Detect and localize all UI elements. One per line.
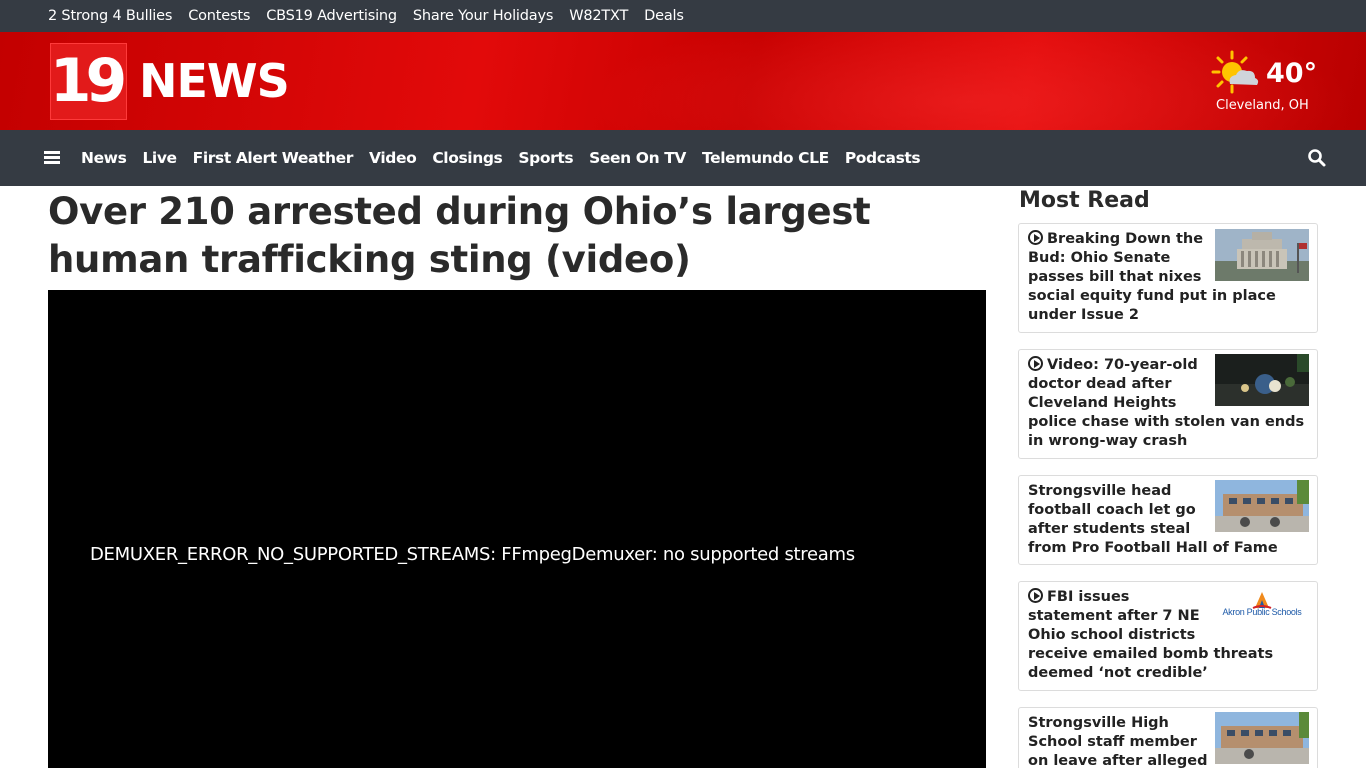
- utility-link-deals[interactable]: Deals: [644, 8, 684, 24]
- utility-link-advertising[interactable]: CBS19 Advertising: [266, 8, 397, 24]
- utility-link-holidays[interactable]: Share Your Holidays: [413, 8, 553, 24]
- nav-item-telemundo[interactable]: Telemundo CLE: [702, 149, 829, 167]
- story-headline: Video: 70-year-old doctor dead after Cle…: [1028, 356, 1310, 451]
- video-player[interactable]: DEMUXER_ERROR_NO_SUPPORTED_STREAMS: FFmp…: [48, 290, 986, 768]
- utility-link-w82txt[interactable]: W82TXT: [569, 8, 628, 24]
- nav-item-news[interactable]: News: [81, 149, 127, 167]
- weather-location: Cleveland, OH: [1216, 98, 1309, 113]
- most-read-card[interactable]: Video: 70-year-old doctor dead after Cle…: [1018, 349, 1318, 459]
- most-read-card[interactable]: Akron Public Schools FBI issues statemen…: [1018, 581, 1318, 691]
- play-circle-icon: [1028, 588, 1043, 603]
- most-read-card[interactable]: Strongsville head football coach let go …: [1018, 475, 1318, 565]
- most-read-card[interactable]: Breaking Down the Bud: Ohio Senate passe…: [1018, 223, 1318, 333]
- nav-item-weather[interactable]: First Alert Weather: [193, 149, 354, 167]
- story-headline: Strongsville High School staff member on…: [1028, 714, 1310, 768]
- article-headline: Over 210 arrested during Ohio’s largest …: [48, 190, 871, 281]
- story-headline: Breaking Down the Bud: Ohio Senate passe…: [1028, 230, 1310, 325]
- nav-item-video[interactable]: Video: [369, 149, 417, 167]
- nav-item-podcasts[interactable]: Podcasts: [845, 149, 921, 167]
- weather-widget[interactable]: 40° Cleveland, OH: [1208, 50, 1320, 116]
- search-icon[interactable]: [1307, 148, 1327, 168]
- main-nav: News Live First Alert Weather Video Clos…: [0, 130, 1366, 186]
- hamburger-menu-icon[interactable]: [44, 150, 62, 164]
- utility-link-bullies[interactable]: 2 Strong 4 Bullies: [48, 8, 172, 24]
- most-read-title: Most Read: [1019, 188, 1150, 213]
- nav-items: News Live First Alert Weather Video Clos…: [81, 130, 936, 186]
- weather-temperature: 40°: [1266, 58, 1318, 89]
- logo-number-box: 19: [49, 42, 127, 120]
- partly-sunny-icon: [1211, 50, 1259, 94]
- play-circle-icon: [1028, 230, 1043, 245]
- utility-link-contests[interactable]: Contests: [188, 8, 250, 24]
- video-error-message: DEMUXER_ERROR_NO_SUPPORTED_STREAMS: FFmp…: [90, 544, 855, 565]
- play-circle-icon: [1028, 356, 1043, 371]
- utility-bar: 2 Strong 4 Bullies Contests CBS19 Advert…: [0, 0, 1366, 32]
- nav-item-live[interactable]: Live: [142, 149, 177, 167]
- brand-header: 19 NEWS 40° Cleveland, OH: [0, 32, 1366, 130]
- most-read-card[interactable]: Strongsville High School staff member on…: [1018, 707, 1318, 768]
- nav-item-seen-on-tv[interactable]: Seen On TV: [589, 149, 686, 167]
- story-headline: Strongsville head football coach let go …: [1028, 482, 1310, 558]
- nav-item-sports[interactable]: Sports: [518, 149, 573, 167]
- story-title: Strongsville High School staff member on…: [1028, 715, 1208, 768]
- utility-links: 2 Strong 4 Bullies Contests CBS19 Advert…: [48, 0, 700, 32]
- site-logo[interactable]: 19 NEWS: [49, 42, 290, 120]
- logo-word: NEWS: [139, 54, 290, 108]
- story-headline: FBI issues statement after 7 NE Ohio sch…: [1028, 588, 1310, 683]
- logo-number: 19: [49, 46, 127, 116]
- nav-item-closings[interactable]: Closings: [432, 149, 502, 167]
